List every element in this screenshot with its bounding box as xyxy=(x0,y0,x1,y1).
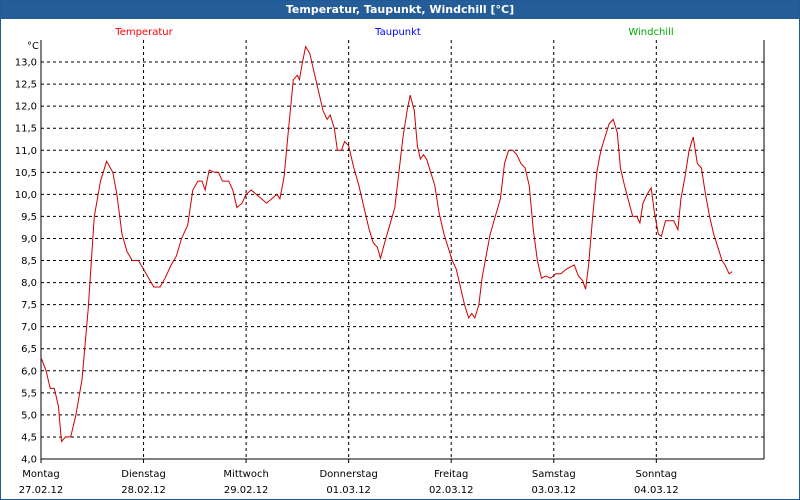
y-tick-label: 8,0 xyxy=(21,278,37,289)
y-axis-label: °C xyxy=(27,41,39,52)
chart-window: Temperatur, Taupunkt, Windchill [°C] Tem… xyxy=(0,0,800,500)
y-tick-label: 7,0 xyxy=(21,322,37,333)
y-tick-label: 6,5 xyxy=(21,344,37,355)
y-tick-label: 4,5 xyxy=(21,432,37,443)
x-tick-day: Dienstag xyxy=(121,469,166,480)
legend-temperatur: Temperatur xyxy=(114,27,173,38)
x-tick-date: 29.02.12 xyxy=(224,485,269,496)
x-tick-day: Donnerstag xyxy=(319,469,377,480)
y-tick-label: 9,0 xyxy=(21,234,37,245)
x-tick-day: Montag xyxy=(22,469,59,480)
y-tick-label: 11,5 xyxy=(15,124,37,135)
x-tick-day: Samstag xyxy=(532,469,576,480)
y-tick-label: 5,5 xyxy=(21,388,37,399)
y-tick-label: 9,5 xyxy=(21,212,37,223)
y-tick-label: 7,5 xyxy=(21,300,37,311)
y-tick-label: 4,0 xyxy=(21,455,37,466)
y-tick-label: 10,5 xyxy=(15,168,37,179)
y-tick-label: 8,5 xyxy=(21,256,37,267)
x-tick-day: Sonntag xyxy=(636,469,678,480)
legend-taupunkt: Taupunkt xyxy=(374,27,421,38)
y-tick-label: 11,0 xyxy=(15,146,37,157)
x-tick-day: Mittwoch xyxy=(223,469,268,480)
y-tick-label: 5,0 xyxy=(21,410,37,421)
y-tick-label: 12,5 xyxy=(15,80,37,91)
temperature-chart: Temperatur Taupunkt Windchill °C 4,0 4,5 5,0… xyxy=(15,27,765,496)
y-tick-label: 13,0 xyxy=(15,58,37,69)
x-tick-date: 03.03.12 xyxy=(532,485,577,496)
legend-windchill: Windchill xyxy=(628,27,673,38)
x-tick-date: 27.02.12 xyxy=(19,485,64,496)
x-tick-date: 04.03.12 xyxy=(634,485,679,496)
x-tick-day: Freitag xyxy=(434,469,468,480)
y-tick-label: 12,0 xyxy=(15,102,37,113)
x-tick-date: 01.03.12 xyxy=(326,485,371,496)
x-tick-date: 02.03.12 xyxy=(429,485,474,496)
y-tick-label: 6,0 xyxy=(21,366,37,377)
x-tick-date: 28.02.12 xyxy=(121,485,166,496)
y-tick-label: 10,0 xyxy=(15,190,37,201)
